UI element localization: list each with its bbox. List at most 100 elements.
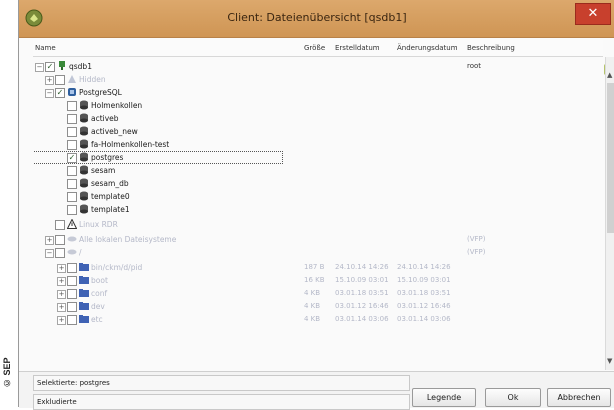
checkbox[interactable] <box>55 248 65 258</box>
expand-toggle[interactable]: + <box>57 290 66 299</box>
tree-node-root[interactable]: − ✓ qsdb1 root <box>33 61 603 73</box>
file-name: dev <box>91 302 105 311</box>
tree-node-database[interactable]: template1 <box>33 204 603 216</box>
file-size: 187 B <box>304 263 325 271</box>
tree-label: Alle lokalen Dateisysteme <box>79 235 177 244</box>
checkbox[interactable] <box>67 205 77 215</box>
tree-node[interactable]: + Hidden <box>33 74 603 86</box>
tree-label: sesam <box>91 166 116 175</box>
checkbox[interactable] <box>55 235 65 245</box>
close-button[interactable]: ✕ <box>575 3 611 25</box>
file-modified: 03.01.14 03:06 <box>397 315 451 323</box>
tree-node-database[interactable]: template0 <box>33 191 603 203</box>
tree-node-database[interactable]: sesam_db <box>33 178 603 190</box>
tree-label: qsdb1 <box>69 62 92 71</box>
column-name[interactable]: Name <box>35 44 56 52</box>
expand-toggle[interactable]: + <box>57 264 66 273</box>
computer-icon <box>59 61 65 70</box>
description-cell: (VFP) <box>467 248 486 256</box>
tree-node-database[interactable]: activeb <box>33 113 603 125</box>
expand-toggle[interactable]: + <box>45 236 54 245</box>
file-name: etc <box>91 315 103 324</box>
column-description[interactable]: Beschreibung <box>467 44 515 52</box>
collapse-toggle[interactable]: − <box>45 89 54 98</box>
checkbox[interactable] <box>67 289 77 299</box>
checkbox[interactable] <box>67 166 77 176</box>
tree-label: fa-Holmenkollen-test <box>91 140 170 149</box>
copyright-watermark: © SEP <box>2 357 12 389</box>
tree-node-database-selected[interactable]: ✓ postgres <box>33 151 603 164</box>
database-icon <box>80 152 88 162</box>
checkbox[interactable] <box>67 127 77 137</box>
file-modified: 03.01.12 16:46 <box>397 302 451 310</box>
checkbox[interactable]: ✓ <box>45 62 55 72</box>
checkbox[interactable] <box>67 179 77 189</box>
tree-node-database[interactable]: fa-Holmenkollen-test <box>33 139 603 151</box>
column-header: Name Größe Erstelldatum Änderungsdatum B… <box>33 40 603 57</box>
window-title: Client: Dateienübersicht [qsdb1] <box>227 11 407 24</box>
legend-button[interactable]: Legende <box>412 388 476 407</box>
expand-toggle[interactable]: + <box>45 76 54 85</box>
file-modified: 24.10.14 14:26 <box>397 263 451 271</box>
expand-toggle[interactable]: + <box>57 303 66 312</box>
file-modified: 15.10.09 03:01 <box>397 276 451 284</box>
tree-node-database[interactable]: Holmenkollen <box>33 100 603 112</box>
database-icon <box>80 204 88 214</box>
database-icon <box>80 100 88 110</box>
tree-node-database[interactable]: sesam <box>33 165 603 177</box>
tree-node-database[interactable]: activeb_new <box>33 126 603 138</box>
vertical-scrollbar[interactable]: ▲ ▼ <box>605 57 614 370</box>
file-row[interactable]: + bin/ckm/d/pid 187 B 24.10.14 14:26 24.… <box>33 262 603 274</box>
checkbox[interactable] <box>67 101 77 111</box>
tree-label: activeb_new <box>91 127 138 136</box>
file-row[interactable]: + boot 16 KB 15.10.09 03:01 15.10.09 03:… <box>33 275 603 287</box>
expand-toggle[interactable]: + <box>57 277 66 286</box>
tree-label: activeb <box>91 114 119 123</box>
tree-node[interactable]: + Alle lokalen Dateisysteme (VFP) <box>33 234 603 246</box>
scroll-down-arrow-icon[interactable]: ▼ <box>607 357 612 365</box>
drive-icon <box>67 249 77 255</box>
scrollbar-thumb[interactable] <box>607 83 614 233</box>
checkbox[interactable] <box>67 302 77 312</box>
file-row[interactable]: + conf 4 KB 03.01.18 03:51 03.01.18 03:5… <box>33 288 603 300</box>
collapse-toggle[interactable]: − <box>45 249 54 258</box>
database-icon <box>80 165 88 175</box>
checkbox[interactable]: ✓ <box>55 88 65 98</box>
column-size[interactable]: Größe <box>304 44 325 52</box>
cancel-button[interactable]: Abbrechen <box>547 388 611 407</box>
hidden-icon <box>68 75 76 83</box>
checkbox[interactable] <box>67 276 77 286</box>
file-row[interactable]: + dev 4 KB 03.01.12 16:46 03.01.12 16:46 <box>33 301 603 313</box>
checkbox[interactable] <box>67 315 77 325</box>
checkbox[interactable] <box>67 192 77 202</box>
file-created: 15.10.09 03:01 <box>335 276 389 284</box>
checkbox[interactable] <box>55 75 65 85</box>
column-created[interactable]: Erstelldatum <box>335 44 380 52</box>
drive-icon <box>67 236 77 242</box>
tree-label: Holmenkollen <box>91 101 143 110</box>
database-icon <box>80 191 88 201</box>
tree-node[interactable]: − / (VFP) <box>33 247 603 259</box>
file-created: 03.01.12 16:46 <box>335 302 389 310</box>
file-row[interactable]: + etc 4 KB 03.01.14 03:06 03.01.14 03:06 <box>33 314 603 326</box>
collapse-toggle[interactable]: − <box>35 63 44 72</box>
checkbox[interactable] <box>67 263 77 273</box>
tree-label: PostgreSQL <box>79 88 122 97</box>
checkbox[interactable] <box>67 140 77 150</box>
checkbox[interactable] <box>55 220 65 230</box>
file-name: bin/ckm/d/pid <box>91 263 143 272</box>
folder-icon <box>79 289 89 297</box>
checkbox-checked[interactable]: ✓ <box>67 153 77 163</box>
tree-node-linux[interactable]: Linux RDR <box>33 219 603 231</box>
file-created: 24.10.14 14:26 <box>335 263 389 271</box>
scroll-up-arrow-icon[interactable]: ▲ <box>607 71 612 79</box>
selected-items-field: Selektierte: postgres <box>33 375 410 391</box>
file-name: boot <box>91 276 108 285</box>
column-modified[interactable]: Änderungsdatum <box>397 44 458 52</box>
tree-node-postgresql[interactable]: − ✓ PostgreSQL <box>33 87 603 99</box>
expand-toggle[interactable]: + <box>57 316 66 325</box>
ok-button[interactable]: Ok <box>485 388 541 407</box>
warning-icon <box>67 219 77 229</box>
checkbox[interactable] <box>67 114 77 124</box>
folder-icon <box>79 315 89 323</box>
